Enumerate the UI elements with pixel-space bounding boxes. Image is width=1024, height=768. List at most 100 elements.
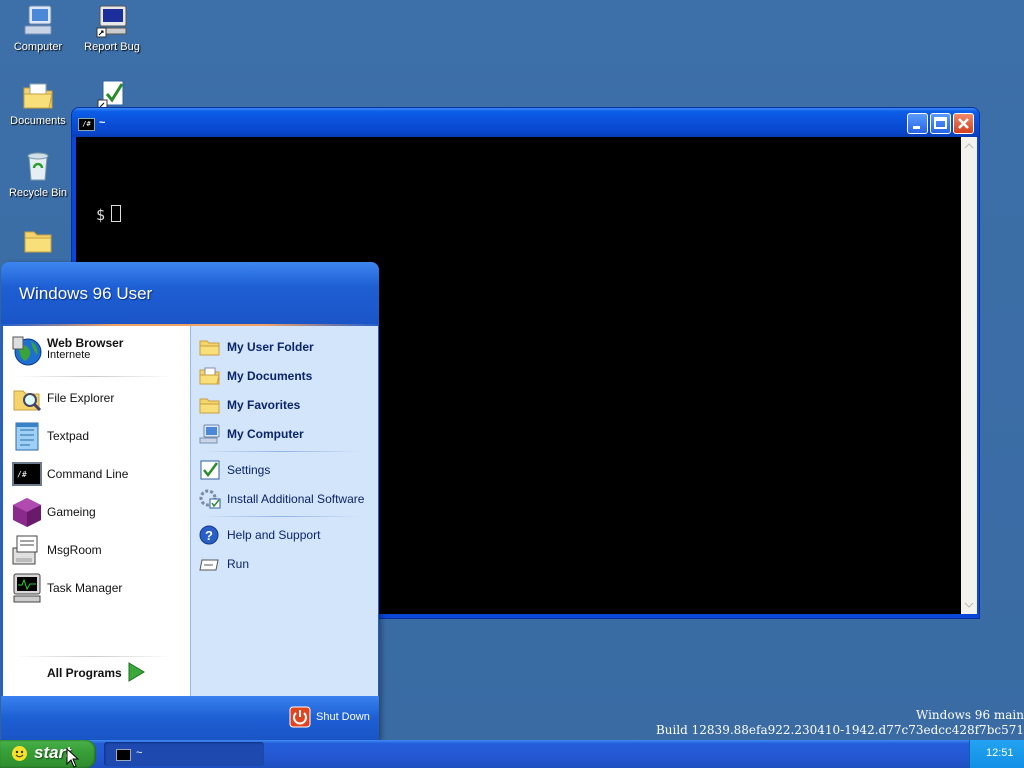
smiley-icon xyxy=(12,746,27,761)
menu-item-label: My Favorites xyxy=(227,398,301,412)
desktop-icon-folder[interactable] xyxy=(0,224,76,261)
mouse-pointer-icon xyxy=(66,748,80,768)
maximize-button[interactable] xyxy=(930,113,951,134)
green-arrow-icon xyxy=(128,662,145,682)
build-line-2: Build 12839.88efa922.230410-1942.d77c73e… xyxy=(655,723,1024,737)
menu-item-label: Help and Support xyxy=(227,528,321,542)
start-menu-footer: Shut Down xyxy=(1,696,379,740)
window-title: ~ xyxy=(99,117,106,129)
documents-folder-icon xyxy=(199,366,221,386)
menu-item-label: Run xyxy=(227,557,250,571)
menu-separator xyxy=(201,451,361,452)
textpad-icon xyxy=(11,420,43,452)
svg-text:?: ? xyxy=(205,528,213,543)
desktop-icon-label: Documents xyxy=(10,115,66,127)
recycle-bin-icon xyxy=(21,150,55,184)
settings-check-icon xyxy=(199,460,221,480)
menu-item-gameing[interactable]: Gameing xyxy=(11,494,186,530)
menu-item-settings[interactable]: Settings xyxy=(199,457,369,483)
web-browser-icon xyxy=(11,335,43,367)
favorites-folder-icon xyxy=(199,395,221,415)
terminal-icon xyxy=(116,749,131,761)
desktop-icon-recycle-bin[interactable]: Recycle Bin xyxy=(0,150,76,199)
start-menu: Windows 96 User Web Browser Internete Fi… xyxy=(1,262,379,740)
menu-item-my-user-folder[interactable]: My User Folder xyxy=(199,334,369,360)
menu-item-run[interactable]: Run xyxy=(199,551,369,577)
task-label: ~ xyxy=(136,747,143,759)
install-software-icon xyxy=(199,489,221,509)
scroll-arrows-icon xyxy=(964,143,974,608)
user-name: Windows 96 User xyxy=(19,284,153,303)
file-explorer-icon xyxy=(11,382,43,414)
menu-item-msgroom[interactable]: MsgRoom xyxy=(11,532,186,568)
menu-separator xyxy=(201,516,361,517)
folder-icon xyxy=(21,224,55,258)
menu-item-label: File Explorer xyxy=(47,391,115,405)
msgroom-icon xyxy=(11,534,43,566)
menu-item-label: Settings xyxy=(227,463,271,477)
build-watermark: Windows 96 main Build 12839.88efa922.2304… xyxy=(656,708,1024,738)
menu-separator xyxy=(13,376,173,377)
menu-item-label: Textpad xyxy=(47,429,90,443)
menu-item-label: Gameing xyxy=(47,505,96,519)
start-menu-header: Windows 96 User xyxy=(1,262,379,324)
menu-item-label: My Documents xyxy=(227,369,313,383)
menu-item-file-explorer[interactable]: File Explorer xyxy=(11,380,186,416)
menu-item-label: Command Line xyxy=(47,467,129,481)
text-cursor xyxy=(111,205,122,222)
menu-separator xyxy=(13,656,173,657)
folder-icon xyxy=(199,337,221,357)
all-programs-button[interactable]: All Programs xyxy=(47,660,167,684)
report-bug-icon xyxy=(95,4,129,38)
menu-item-label: My Computer xyxy=(227,427,304,441)
terminal-titlebar[interactable]: /# ~ xyxy=(72,108,979,137)
taskbar: start ~ 12:51 xyxy=(0,740,1024,768)
menu-item-help-support[interactable]: ? Help and Support xyxy=(199,522,369,548)
desktop-icon-label: Computer xyxy=(13,41,63,53)
build-line-1: Windows 96 main xyxy=(915,708,1024,722)
start-button[interactable]: start xyxy=(0,740,96,768)
vertical-scrollbar[interactable] xyxy=(961,137,977,614)
minimize-button[interactable] xyxy=(907,113,928,134)
desktop-icon-label: Recycle Bin xyxy=(8,187,68,199)
clock[interactable]: 12:51 xyxy=(986,747,1014,759)
task-manager-icon xyxy=(11,572,43,604)
all-programs-label: All Programs xyxy=(47,666,122,680)
menu-item-my-favorites[interactable]: My Favorites xyxy=(199,392,369,418)
menu-item-my-documents[interactable]: My Documents xyxy=(199,363,369,389)
computer-icon xyxy=(21,4,55,38)
menu-item-task-manager[interactable]: Task Manager xyxy=(11,570,186,606)
system-tray: 12:51 xyxy=(969,740,1024,768)
power-icon xyxy=(289,706,311,728)
prompt-symbol: $ xyxy=(96,206,106,224)
desktop-icon-computer[interactable]: Computer xyxy=(0,4,76,53)
run-icon xyxy=(199,554,221,574)
taskbar-task-terminal[interactable]: ~ xyxy=(104,742,264,766)
menu-item-label: MsgRoom xyxy=(47,543,102,557)
menu-item-command-line[interactable]: /# Command Line xyxy=(11,456,186,492)
menu-item-label: Install Additional Software xyxy=(227,492,365,506)
terminal-icon: /# xyxy=(78,118,95,131)
close-button[interactable] xyxy=(953,113,974,134)
svg-text:/#: /# xyxy=(17,470,27,479)
menu-item-label: Task Manager xyxy=(47,581,123,595)
shut-down-label: Shut Down xyxy=(316,711,370,723)
desktop-icon-documents[interactable]: Documents xyxy=(0,78,76,127)
menu-item-sublabel: Internete xyxy=(47,349,91,361)
menu-item-label: My User Folder xyxy=(227,340,314,354)
close-icon xyxy=(958,118,969,129)
shut-down-button[interactable]: Shut Down xyxy=(289,706,373,730)
documents-folder-icon xyxy=(21,78,55,112)
minimize-icon xyxy=(913,126,920,129)
menu-item-install-software[interactable]: Install Additional Software xyxy=(199,486,369,512)
desktop-icon-report-bug[interactable]: Report Bug xyxy=(74,4,150,53)
menu-item-textpad[interactable]: Textpad xyxy=(11,418,186,454)
start-menu-places: My User Folder My Documents My Favorites… xyxy=(190,326,378,696)
menu-item-label: Web Browser xyxy=(47,336,124,350)
terminal-prompt: $ xyxy=(96,205,122,224)
menu-item-my-computer[interactable]: My Computer xyxy=(199,421,369,447)
settings-check-icon xyxy=(95,78,129,112)
desktop-icon-label: Report Bug xyxy=(84,41,140,53)
menu-item-web-browser[interactable]: Web Browser Internete xyxy=(11,333,186,369)
gameing-icon xyxy=(11,496,43,528)
